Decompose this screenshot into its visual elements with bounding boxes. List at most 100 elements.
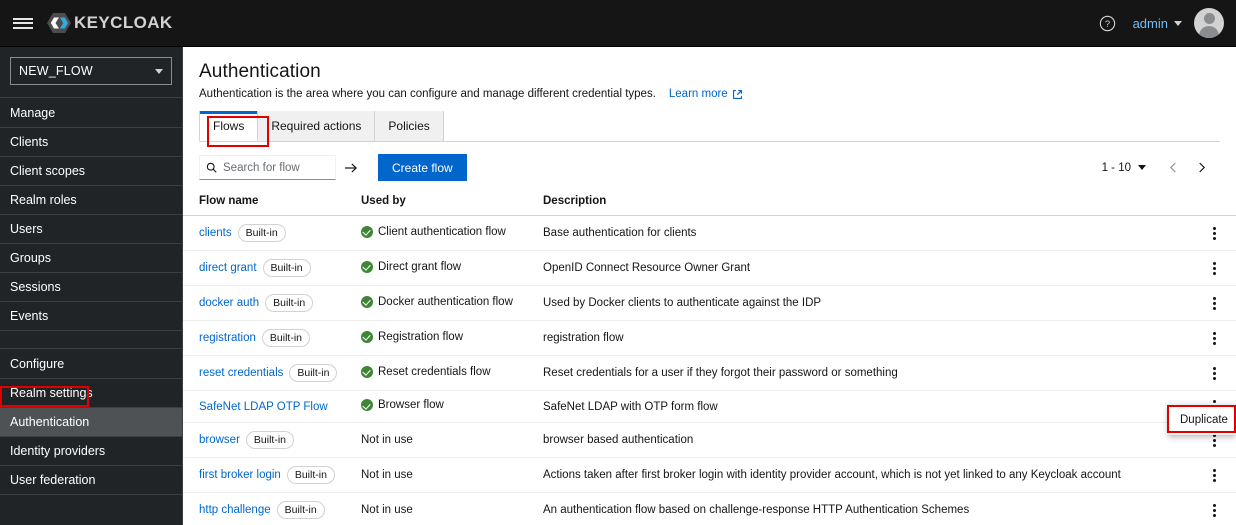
builtin-badge: Built-in xyxy=(265,294,314,312)
sidebar-item-user-federation[interactable]: User federation xyxy=(0,466,182,495)
cell-used-by: Not in use xyxy=(361,422,543,458)
user-menu-label[interactable]: admin xyxy=(1127,16,1174,31)
sidebar-item-users[interactable]: Users xyxy=(0,215,182,244)
flow-name-link[interactable]: first broker login xyxy=(199,469,281,481)
row-action-menu: Duplicate xyxy=(1168,404,1236,435)
used-by-label: Direct grant flow xyxy=(378,260,462,273)
sidebar-item-client-scopes[interactable]: Client scopes xyxy=(0,157,182,186)
builtin-badge: Built-in xyxy=(245,431,295,449)
flow-name-link[interactable]: http challenge xyxy=(199,504,271,516)
page-subtitle-row: Authentication is the area where you can… xyxy=(199,88,1220,100)
sidebar-item-clients[interactable]: Clients xyxy=(0,128,182,157)
flow-name-link[interactable]: reset credentials xyxy=(199,367,283,379)
table-row: http challenge Built-in Not in use An authe… xyxy=(183,492,1236,525)
sidebar-item-groups[interactable]: Groups xyxy=(0,244,182,273)
toolbar: Search for flow Create flow 1 - 10 xyxy=(183,142,1236,191)
tab-flows[interactable]: Flows xyxy=(199,111,259,141)
cell-description: Actions taken after first broker login w… xyxy=(543,457,1192,493)
chevron-down-icon xyxy=(155,68,163,74)
cell-description: SafeNet LDAP with OTP form flow xyxy=(543,390,1192,423)
chevron-right-icon xyxy=(1198,162,1205,173)
table-header-row: Flow name Used by Description xyxy=(183,191,1236,216)
cell-used-by: Not in use xyxy=(361,457,543,493)
kebab-menu-icon[interactable] xyxy=(1204,366,1224,380)
check-circle-icon xyxy=(361,260,373,273)
realm-selector-value: NEW_FLOW xyxy=(19,64,93,78)
used-by-value: Reset credentials flow xyxy=(361,365,491,378)
chevron-down-icon[interactable] xyxy=(1138,165,1146,170)
used-by-label: Not in use xyxy=(361,469,413,481)
pagination-prev-button[interactable] xyxy=(1160,156,1186,180)
flow-name-link[interactable]: clients xyxy=(199,227,232,239)
hamburger-menu-icon[interactable] xyxy=(0,0,46,47)
cell-description: OpenID Connect Resource Owner Grant xyxy=(543,250,1192,286)
sidebar-item-identity-providers[interactable]: Identity providers xyxy=(0,437,182,466)
sidebar-item-realm-settings[interactable]: Realm settings xyxy=(0,379,182,408)
tab-required-actions[interactable]: Required actions xyxy=(258,111,376,141)
check-circle-icon xyxy=(361,365,373,378)
chevron-down-icon[interactable] xyxy=(1174,20,1182,26)
flow-name-link[interactable]: direct grant xyxy=(199,262,257,274)
chevron-left-icon xyxy=(1169,162,1176,173)
used-by-value: Docker authentication flow xyxy=(361,295,513,308)
sidebar-item-realm-roles[interactable]: Realm roles xyxy=(0,186,182,215)
help-circle-icon[interactable]: ? xyxy=(1089,4,1127,42)
avatar[interactable] xyxy=(1194,8,1224,38)
sidebar-item-sessions[interactable]: Sessions xyxy=(0,273,182,302)
check-circle-icon xyxy=(361,225,373,238)
flows-table-head: Flow name Used by Description xyxy=(183,191,1236,216)
cell-flow-name: direct grant Built-in xyxy=(183,250,361,286)
cell-actions xyxy=(1192,492,1236,525)
search-placeholder: Search for flow xyxy=(223,161,300,174)
cell-flow-name: first broker login Built-in xyxy=(183,457,361,493)
flow-name-link[interactable]: registration xyxy=(199,332,256,344)
create-flow-button[interactable]: Create flow xyxy=(378,154,467,181)
realm-selector[interactable]: NEW_FLOW xyxy=(10,57,172,85)
cell-flow-name: registration Built-in xyxy=(183,320,361,356)
table-row: direct grant Built-in Direct grant flow Ope… xyxy=(183,250,1236,286)
flow-name-link[interactable]: SafeNet LDAP OTP Flow xyxy=(199,401,328,413)
used-by-label: Client authentication flow xyxy=(378,225,506,238)
used-by-label: Not in use xyxy=(361,434,413,446)
search-submit-button[interactable] xyxy=(336,155,366,180)
masthead: KEYCLOAK ? admin xyxy=(0,0,1236,47)
sidebar-item-events[interactable]: Events xyxy=(0,302,182,331)
kebab-menu-icon[interactable] xyxy=(1204,468,1224,482)
cell-description: Used by Docker clients to authenticate a… xyxy=(543,285,1192,321)
page-title: Authentication xyxy=(199,61,321,82)
kebab-menu-icon[interactable] xyxy=(1204,261,1224,275)
flow-name-link[interactable]: docker auth xyxy=(199,297,259,309)
cell-flow-name: browser Built-in xyxy=(183,422,361,458)
keycloak-logo[interactable]: KEYCLOAK xyxy=(46,10,173,36)
page-subtitle: Authentication is the area where you can… xyxy=(199,88,656,100)
pagination-range[interactable]: 1 - 10 xyxy=(1102,162,1131,174)
arrow-right-icon xyxy=(345,162,358,173)
sidebar: NEW_FLOW Manage Clients Client scopes Re… xyxy=(0,47,183,525)
cell-used-by: Registration flow xyxy=(361,320,543,356)
column-actions xyxy=(1192,191,1236,216)
cell-description: Base authentication for clients xyxy=(543,215,1192,251)
cell-actions xyxy=(1192,215,1236,251)
tab-policies[interactable]: Policies xyxy=(375,111,444,141)
used-by-value: Direct grant flow xyxy=(361,260,462,273)
kebab-menu-icon[interactable] xyxy=(1204,296,1224,310)
flow-name-link[interactable]: browser xyxy=(199,434,240,446)
kebab-menu-icon[interactable] xyxy=(1204,331,1224,345)
check-circle-icon xyxy=(361,399,373,411)
learn-more-label: Learn more xyxy=(668,88,728,100)
search-box: Search for flow xyxy=(199,155,366,180)
sidebar-item-authentication[interactable]: Authentication xyxy=(0,408,182,437)
search-input[interactable]: Search for flow xyxy=(199,155,336,180)
kebab-menu-icon[interactable] xyxy=(1204,433,1224,447)
learn-more-link[interactable]: Learn more xyxy=(669,88,743,100)
masthead-actions: ? admin xyxy=(1089,4,1236,42)
check-circle-icon xyxy=(361,330,373,343)
kebab-menu-icon[interactable] xyxy=(1204,503,1224,517)
kebab-menu-icon[interactable] xyxy=(1204,226,1224,240)
pagination-next-button[interactable] xyxy=(1188,156,1214,180)
cell-used-by: Browser flow xyxy=(361,390,543,423)
nav-group-manage: Manage xyxy=(0,98,182,128)
duplicate-menu-item[interactable]: Duplicate xyxy=(1180,414,1228,426)
nav-gap xyxy=(0,331,182,349)
cell-description: registration flow xyxy=(543,320,1192,356)
